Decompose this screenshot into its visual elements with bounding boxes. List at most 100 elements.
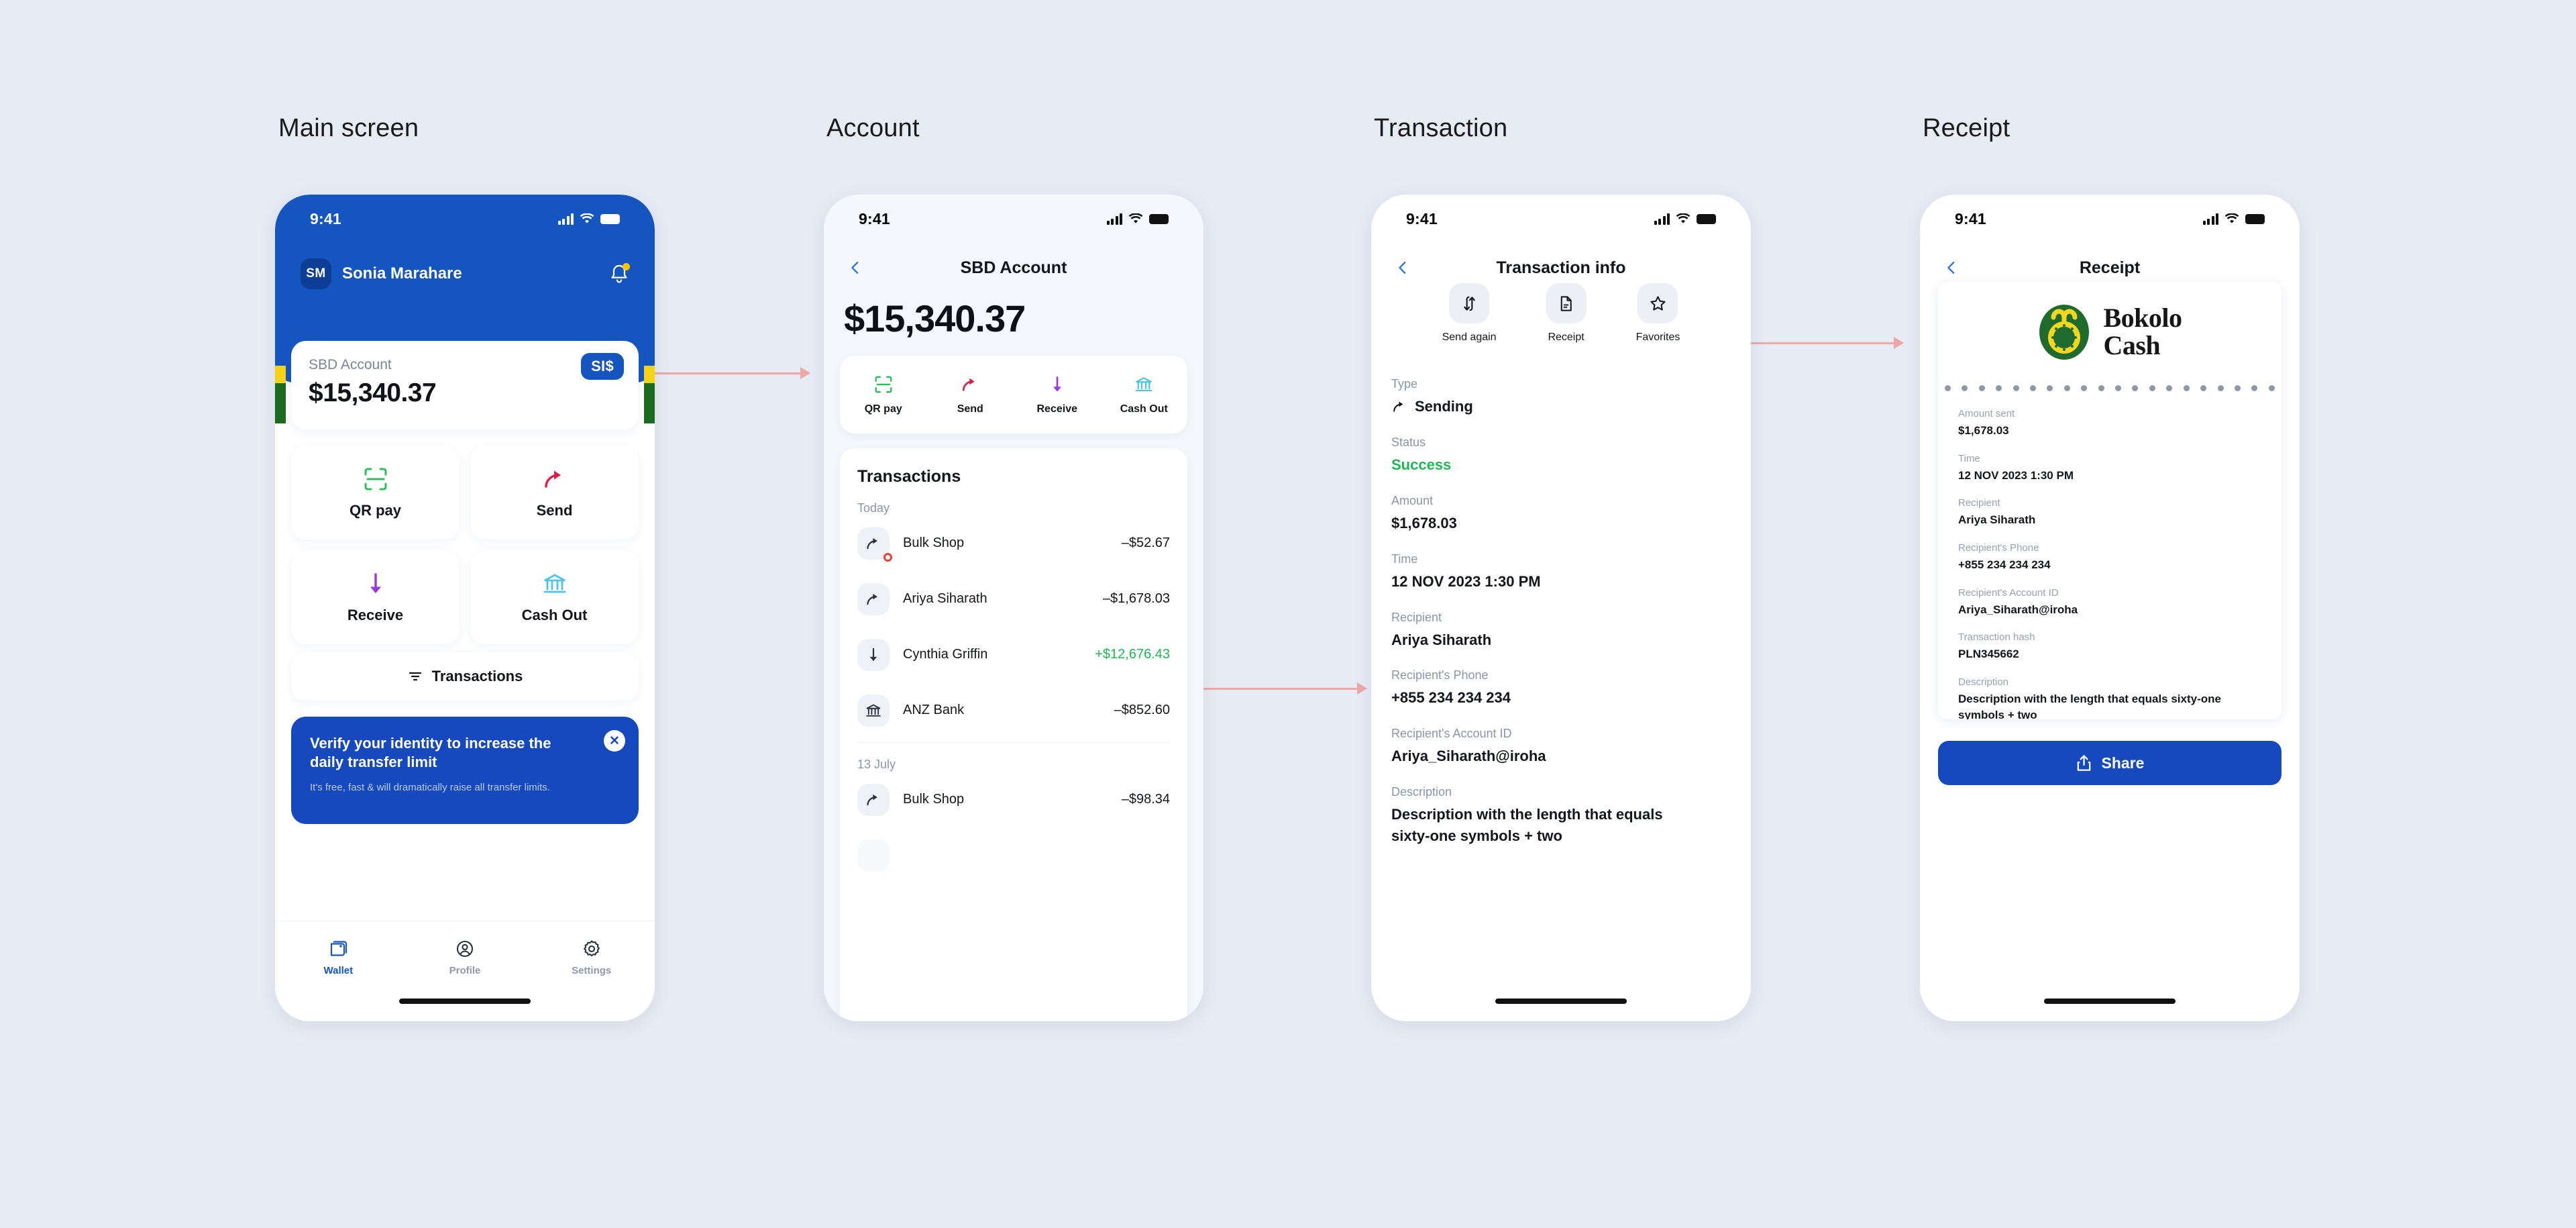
tab-wallet[interactable]: Wallet — [275, 939, 402, 976]
tab-settings[interactable]: Settings — [528, 939, 655, 976]
action-label: Receive — [1036, 403, 1078, 415]
detail-label: Recipient — [1391, 610, 1442, 624]
account-balance: $15,340.37 — [844, 297, 1026, 340]
star-icon — [1638, 283, 1678, 323]
wifi-icon — [1676, 213, 1690, 223]
main-screen: 9:41 SM Sonia Marahare SBD Account $15,3… — [275, 195, 655, 1021]
transactions-button[interactable]: Transactions — [291, 652, 639, 701]
filter-icon — [409, 672, 421, 681]
quick-favorites[interactable]: Favorites — [1636, 283, 1680, 344]
receive-arrow-icon — [857, 638, 890, 671]
bokolo-ring-logo — [2039, 305, 2090, 360]
flag-stripe-right — [644, 366, 655, 423]
home-indicator — [2044, 999, 2176, 1004]
status-time: 9:41 — [859, 209, 890, 227]
transaction-amount: –$52.67 — [1121, 535, 1170, 550]
tile-label: Cash Out — [521, 607, 588, 623]
field-label: Description — [1958, 676, 2009, 688]
field-label: Amount sent — [1958, 408, 2015, 419]
send-arrow-icon — [544, 470, 561, 488]
page-title: Transaction info — [1496, 258, 1626, 277]
wallet-icon — [331, 941, 347, 956]
action-receive[interactable]: Receive — [1014, 374, 1101, 415]
transaction-amount: –$852.60 — [1114, 703, 1170, 717]
wifi-icon — [1128, 213, 1143, 223]
tile-receive[interactable]: Receive — [291, 550, 460, 644]
transactions-card: Transactions Today Bulk Shop –$52.67 Ari… — [840, 448, 1187, 1021]
battery-icon — [2245, 213, 2265, 224]
detail-value: $1,678.03 — [1391, 514, 1457, 531]
quick-label: Send again — [1442, 331, 1497, 343]
quick-actions: Send again Receipt Favorites — [1371, 283, 1751, 344]
quick-send-again[interactable]: Send again — [1442, 283, 1497, 344]
home-indicator — [1495, 999, 1627, 1004]
share-button-label: Share — [2101, 754, 2145, 772]
promo-banner[interactable]: Verify your identity to increase the dai… — [291, 717, 639, 824]
avatar: SM — [301, 258, 331, 289]
transaction-amount: –$1,678.03 — [1102, 591, 1170, 606]
battery-icon — [1149, 213, 1169, 224]
field-label: Recipient's Phone — [1958, 542, 2039, 554]
bank-icon — [1135, 376, 1152, 391]
receipt-screen: 9:41 Receipt Bokolo Cash Amount sent $1,… — [1920, 195, 2300, 1021]
detail-value-text: Sending — [1415, 398, 1473, 415]
tile-qr-pay[interactable]: QR pay — [291, 446, 460, 540]
quick-label: Favorites — [1635, 331, 1680, 343]
action-label: Send — [957, 403, 983, 415]
detail-label: Time — [1391, 552, 1418, 566]
tab-profile[interactable]: Profile — [402, 939, 529, 976]
send-arrow-icon — [857, 527, 892, 562]
status-bar: 9:41 — [824, 195, 1203, 243]
table-row[interactable]: Bulk Shop –$52.67 — [857, 515, 1170, 571]
detail-label: Description — [1391, 785, 1452, 799]
tab-label: Settings — [572, 965, 612, 976]
tile-send[interactable]: Send — [470, 446, 639, 540]
chevron-left-icon[interactable] — [1944, 260, 1959, 275]
share-button[interactable]: Share — [1938, 741, 2282, 785]
cellular-signal-icon — [2202, 213, 2218, 225]
bell-icon[interactable] — [609, 263, 630, 285]
action-qr-pay[interactable]: QR pay — [840, 374, 927, 415]
day-group-label: 13 July — [857, 758, 896, 771]
receive-arrow-icon — [1053, 376, 1061, 391]
tile-cash-out[interactable]: Cash Out — [470, 550, 639, 644]
notification-badge — [623, 263, 630, 270]
detail-value: Ariya_Siharath@iroha — [1391, 748, 1546, 765]
transaction-name: Bulk Shop — [903, 535, 965, 550]
close-icon[interactable]: ✕ — [604, 730, 625, 752]
bank-icon — [857, 694, 890, 727]
quick-receipt[interactable]: Receipt — [1546, 283, 1587, 344]
field-label: Time — [1958, 452, 1980, 464]
detail-label: Recipient's Phone — [1391, 668, 1489, 682]
field-label: Recipient's Account ID — [1958, 586, 2059, 599]
detail-value: 12 NOV 2023 1:30 PM — [1391, 572, 1541, 590]
transaction-screen: 9:41 Transaction info Send again Receipt… — [1371, 195, 1751, 1021]
cellular-signal-icon — [557, 213, 574, 225]
field-value: $1,678.03 — [1958, 424, 2009, 437]
detail-value: Sending — [1391, 396, 1731, 417]
status-time: 9:41 — [1955, 209, 1986, 227]
brand-line-2: Cash — [2103, 330, 2161, 360]
share-icon — [2077, 754, 2090, 771]
qr-scan-icon — [364, 468, 386, 491]
caption-account: Account — [826, 114, 920, 142]
table-row[interactable]: ANZ Bank –$852.60 — [857, 682, 1170, 738]
promo-subtitle: It's free, fast & will dramatically rais… — [310, 782, 550, 794]
phone-account: 9:41 SBD Account $15,340.37 QR pay Send … — [824, 195, 1203, 1021]
balance-card[interactable]: SBD Account $15,340.37 SI$ — [291, 341, 639, 429]
action-send[interactable]: Send — [927, 374, 1014, 415]
transaction-name: Cynthia Griffin — [903, 647, 988, 662]
table-row[interactable]: Cynthia Griffin +$12,676.43 — [857, 627, 1170, 682]
action-label: Cash Out — [1120, 403, 1168, 415]
wifi-icon — [580, 213, 594, 223]
action-cash-out[interactable]: Cash Out — [1101, 374, 1188, 415]
battery-icon — [1697, 213, 1716, 224]
table-row-partial[interactable] — [857, 827, 1170, 883]
chevron-left-icon[interactable] — [848, 260, 863, 275]
tile-label: QR pay — [349, 502, 402, 519]
chevron-left-icon[interactable] — [1395, 260, 1410, 275]
qr-scan-icon — [875, 376, 892, 393]
currency-badge: SI$ — [581, 353, 624, 380]
table-row[interactable]: Ariya Siharath –$1,678.03 — [857, 571, 1170, 627]
table-row[interactable]: Bulk Shop –$98.34 — [857, 772, 1170, 827]
